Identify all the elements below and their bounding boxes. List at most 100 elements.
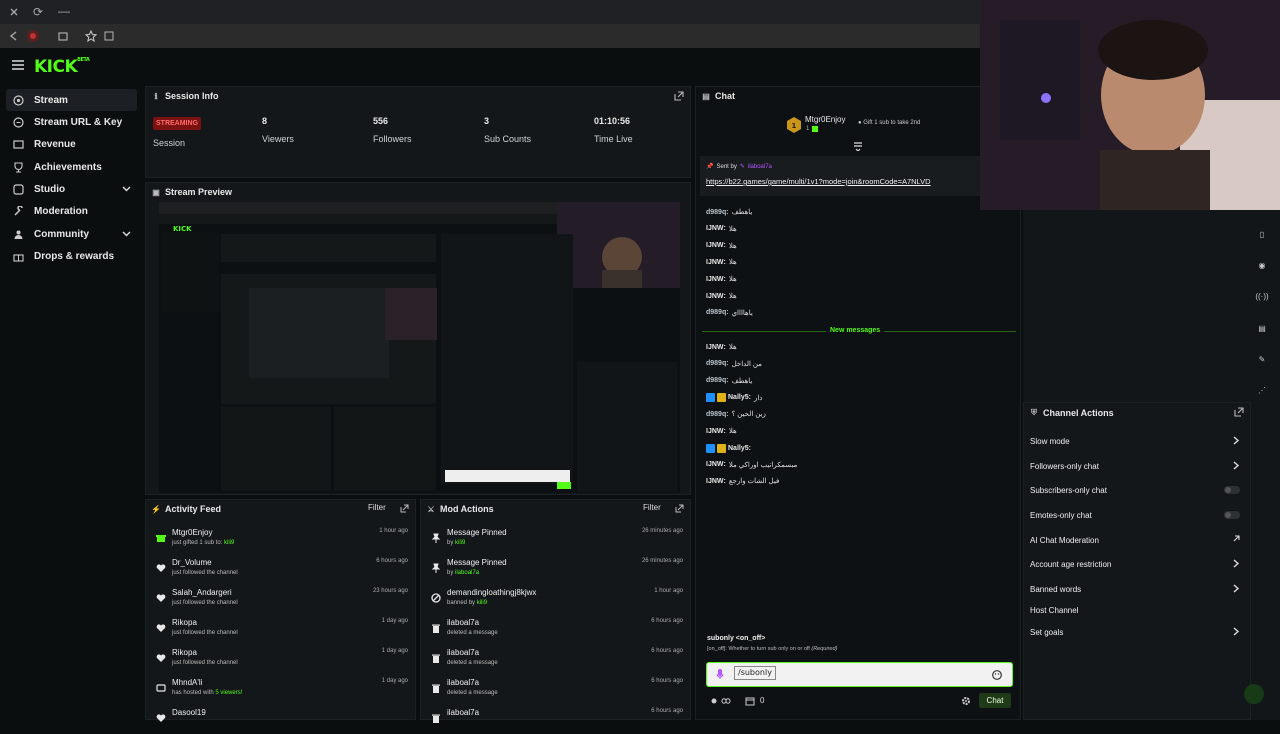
broadcast-icon[interactable]: ((·))	[1255, 289, 1269, 303]
chat-username[interactable]: IJNW	[706, 276, 724, 283]
chat-username[interactable]: IJNW	[706, 478, 724, 485]
send-chat-button[interactable]: Chat	[979, 693, 1011, 708]
stream-video-preview[interactable]: KICK	[159, 202, 680, 493]
chat-message[interactable]: IJNW: هلا	[706, 427, 737, 436]
toggle-switch[interactable]	[1224, 486, 1240, 494]
chevron-right-icon[interactable]	[1232, 559, 1240, 568]
sidebar-item-stream[interactable]: Stream	[6, 89, 137, 111]
external-link-icon[interactable]	[1232, 535, 1240, 543]
mod-action-title[interactable]: ilaboal7a	[447, 708, 479, 717]
chat-message[interactable]: IJNW: هلا	[706, 258, 737, 267]
chat-username[interactable]: IJNW	[706, 225, 724, 232]
chevron-down-icon[interactable]	[122, 229, 131, 238]
channel-action-followers-only-chat[interactable]: Followers-only chat	[1030, 457, 1240, 475]
emote-icon[interactable]	[992, 670, 1002, 680]
chat-username[interactable]: IJNW	[706, 461, 724, 468]
mod-action-row[interactable]: ilaboal7a 6 hours ago	[429, 708, 685, 734]
chat-message[interactable]: Nally5:	[706, 443, 754, 453]
mod-action-title[interactable]: ilaboal7a	[447, 648, 479, 657]
channel-action-subscribers-only-chat[interactable]: Subscribers-only chat	[1030, 481, 1240, 499]
channel-action-account-age-restriction[interactable]: Account age restriction	[1030, 555, 1240, 573]
chat-message[interactable]: IJNW: هلا	[706, 242, 737, 250]
puzzle-icon[interactable]	[55, 28, 71, 44]
gift-leader-name[interactable]: Mtgr0Enjoy	[805, 115, 845, 124]
activity-feed-row[interactable]: Rikopa just followed the channel 1 day ag…	[154, 618, 410, 644]
channel-action-set-goals[interactable]: Set goals	[1030, 623, 1240, 641]
chat-message[interactable]: IJNW: هلا	[706, 275, 737, 284]
activity-feed-row[interactable]: Rikopa just followed the channel 1 day ag…	[154, 648, 410, 674]
channel-action-ai-chat-moderation[interactable]: AI Chat Moderation	[1030, 531, 1240, 549]
mod-action-title[interactable]: ilaboal7a	[447, 618, 479, 627]
chat-message[interactable]: d989q: ياهطف	[706, 208, 752, 217]
cast-icon[interactable]	[101, 28, 117, 44]
chat-username[interactable]: d989q	[706, 377, 726, 384]
chat-message[interactable]: d989q: ياهااااي	[706, 309, 753, 317]
points-icon[interactable]	[745, 696, 755, 706]
chevron-right-icon[interactable]	[1232, 584, 1240, 593]
chat-username[interactable]: d989q	[706, 309, 726, 316]
activity-feed-row[interactable]: Dasool19	[154, 708, 410, 734]
infinity-chat-icon[interactable]	[710, 696, 734, 706]
back-icon[interactable]	[6, 28, 22, 44]
activity-user[interactable]: Rikopa	[172, 618, 197, 627]
activity-user[interactable]: Dasool19	[172, 708, 206, 717]
chat-username[interactable]: Nally5	[728, 445, 749, 452]
popout-icon[interactable]	[674, 91, 684, 101]
activity-feed-row[interactable]: Mtgr0Enjoy just gifted 1 sub to: kili9 1 h…	[154, 528, 410, 554]
window-menu-icon[interactable]	[6, 4, 22, 20]
mod-action-title[interactable]: ilaboal7a	[447, 678, 479, 687]
activity-user[interactable]: MhndA'li	[172, 678, 202, 687]
wrench-icon[interactable]: ✎	[1255, 352, 1269, 366]
mod-action-row[interactable]: Message Pinned by ilaboal7a 26 minutes ago	[429, 558, 685, 584]
help-bubble-icon[interactable]	[1244, 684, 1264, 704]
popout-icon[interactable]	[1234, 407, 1244, 417]
mod-action-row[interactable]: demandingloathingj8kjwx banned by kili9 1 …	[429, 588, 685, 614]
chat-username[interactable]: d989q	[706, 209, 726, 216]
channel-action-emotes-only-chat[interactable]: Emotes-only chat	[1030, 506, 1240, 524]
chat-message[interactable]: d989q: ياهطف	[706, 377, 752, 385]
gear-icon[interactable]	[961, 696, 971, 706]
extension-icon[interactable]	[25, 28, 41, 44]
mod-filter-button[interactable]: Filter	[643, 503, 661, 512]
popout-icon[interactable]	[675, 504, 684, 513]
storage-icon[interactable]: ▤	[1255, 321, 1269, 335]
pinned-user[interactable]: ilaboal7a	[748, 164, 772, 170]
sidebar-item-achievements[interactable]: Achievements	[6, 156, 137, 178]
bookmark-star-icon[interactable]	[83, 28, 99, 44]
activity-user[interactable]: Dr_Volume	[172, 558, 212, 567]
chat-message[interactable]: d989q: من الداخل	[706, 360, 762, 368]
sidebar-item-drops-rewards[interactable]: Drops & rewards	[6, 245, 137, 267]
chat-username[interactable]: d989q	[706, 360, 726, 367]
channel-action-banned-words[interactable]: Banned words	[1030, 580, 1240, 598]
share-icon[interactable]: ⋰	[1255, 383, 1269, 397]
channel-action-slow-mode[interactable]: Slow mode	[1030, 432, 1240, 450]
mod-action-title[interactable]: demandingloathingj8kjwx	[447, 588, 536, 597]
chat-message[interactable]: IJNW: مبسمكراتيب اوراكي ملا	[706, 461, 797, 469]
chevron-right-icon[interactable]	[1232, 461, 1240, 470]
chevron-right-icon[interactable]	[1232, 436, 1240, 445]
mic-icon[interactable]	[716, 669, 724, 679]
reload-icon[interactable]: ⟳	[30, 4, 46, 20]
gift-sub-prompt[interactable]: ● Gift 1 sub to take 2nd	[858, 120, 920, 126]
sidebar-item-studio[interactable]: Studio	[6, 178, 137, 200]
channel-action-host-channel[interactable]: Host Channel	[1030, 601, 1240, 619]
mod-action-row[interactable]: ilaboal7a deleted a message 6 hours ago	[429, 678, 685, 704]
activity-user[interactable]: Salah_Andargeri	[172, 588, 232, 597]
chat-username[interactable]: IJNW	[706, 293, 724, 300]
mod-action-row[interactable]: Message Pinned by kili9 26 minutes ago	[429, 528, 685, 554]
notes-icon[interactable]: ▯	[1255, 227, 1269, 241]
popout-icon[interactable]	[400, 504, 409, 513]
mod-action-row[interactable]: ilaboal7a deleted a message 6 hours ago	[429, 618, 685, 644]
pinned-link[interactable]: https://b22.games/game/multi/1v1?mode=jo…	[706, 177, 931, 186]
chat-message[interactable]: IJNW: هلا	[706, 292, 737, 301]
chat-message[interactable]: IJNW: هلا	[706, 225, 737, 233]
collapse-icon[interactable]	[853, 141, 863, 151]
sidebar-item-stream-url-key[interactable]: Stream URL & Key	[6, 111, 137, 133]
mod-action-title[interactable]: Message Pinned	[447, 528, 507, 537]
chevron-down-icon[interactable]	[122, 184, 131, 193]
chat-username[interactable]: IJNW	[706, 344, 724, 351]
activity-feed-row[interactable]: Salah_Andargeri just followed the channel…	[154, 588, 410, 614]
activity-user[interactable]: Mtgr0Enjoy	[172, 528, 212, 537]
chat-message[interactable]: IJNW: فيل الشات وارجع	[706, 477, 779, 486]
chevron-right-icon[interactable]	[1232, 627, 1240, 636]
